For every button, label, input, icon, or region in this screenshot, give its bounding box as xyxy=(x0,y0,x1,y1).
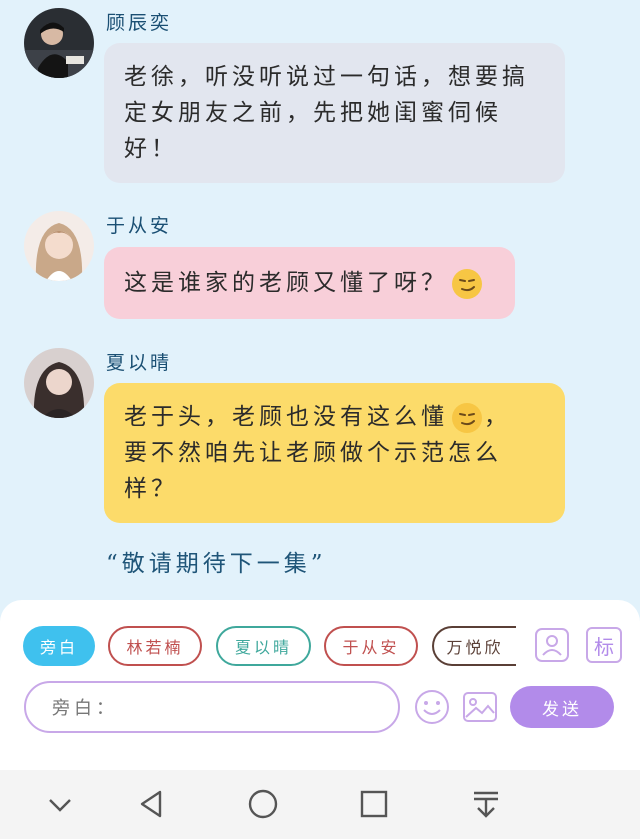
message-line: 样？ xyxy=(124,476,178,502)
message-bubble: 老于头，老顾也没有这么懂 ， 要不然咱先让老顾做个示范怎么 样？ xyxy=(104,383,565,523)
recents-icon[interactable] xyxy=(358,788,390,820)
sender-name: 夏以晴 xyxy=(106,352,173,374)
smirk-emoji-icon xyxy=(452,269,482,299)
avatar[interactable] xyxy=(24,211,94,281)
download-icon[interactable] xyxy=(470,788,502,820)
home-icon[interactable] xyxy=(247,788,279,820)
chat-area: 顾辰奕 老徐，听没听说过一句话，想要搞 定女朋友之前，先把她闺蜜伺候 好！ 于从… xyxy=(0,0,640,600)
message-input[interactable]: 旁白： xyxy=(24,681,400,733)
message-line: 要不然咱先让老顾做个示范怎么 xyxy=(124,440,502,466)
role-chip-lin-ruonan[interactable]: 林若楠 xyxy=(108,626,202,666)
message-bubble: 老徐，听没听说过一句话，想要搞 定女朋友之前，先把她闺蜜伺候 好！ xyxy=(104,43,565,183)
message-line: 老徐，听没听说过一句话，想要搞 xyxy=(124,64,529,90)
role-chip-narrator[interactable]: 旁白 xyxy=(23,626,95,666)
smirk-emoji-icon xyxy=(452,403,482,433)
to-be-continued-text: “敬请期待下一集” xyxy=(106,551,327,577)
message-line: 这是谁家的老顾又懂了呀？ xyxy=(124,270,448,296)
message-bubble: 这是谁家的老顾又懂了呀？ xyxy=(104,247,515,319)
smiley-icon[interactable] xyxy=(413,688,451,726)
sender-name: 顾辰奕 xyxy=(106,12,173,34)
sender-name: 于从安 xyxy=(106,215,173,237)
input-placeholder: 旁白： xyxy=(52,698,118,719)
tag-label: 标 xyxy=(594,634,614,659)
role-chip-xia-yiqing[interactable]: 夏以晴 xyxy=(216,626,311,666)
role-chip-yu-congan[interactable]: 于从安 xyxy=(324,626,418,666)
system-nav-bar xyxy=(0,770,640,839)
back-icon[interactable] xyxy=(136,788,168,820)
role-chip-wan-yuexin[interactable]: 万悦欣 xyxy=(432,626,516,666)
message-line: 定女朋友之前，先把她闺蜜伺候 xyxy=(124,100,502,126)
message-line: 好！ xyxy=(124,136,178,162)
avatar[interactable] xyxy=(24,8,94,78)
collapse-icon[interactable] xyxy=(44,788,76,820)
send-button[interactable]: 发送 xyxy=(510,686,614,728)
contact-card-icon[interactable] xyxy=(534,627,570,663)
avatar[interactable] xyxy=(24,348,94,418)
image-icon[interactable] xyxy=(462,689,498,725)
tag-button[interactable]: 标 xyxy=(586,627,622,663)
message-line: 老于头，老顾也没有这么懂 ， xyxy=(124,399,545,435)
